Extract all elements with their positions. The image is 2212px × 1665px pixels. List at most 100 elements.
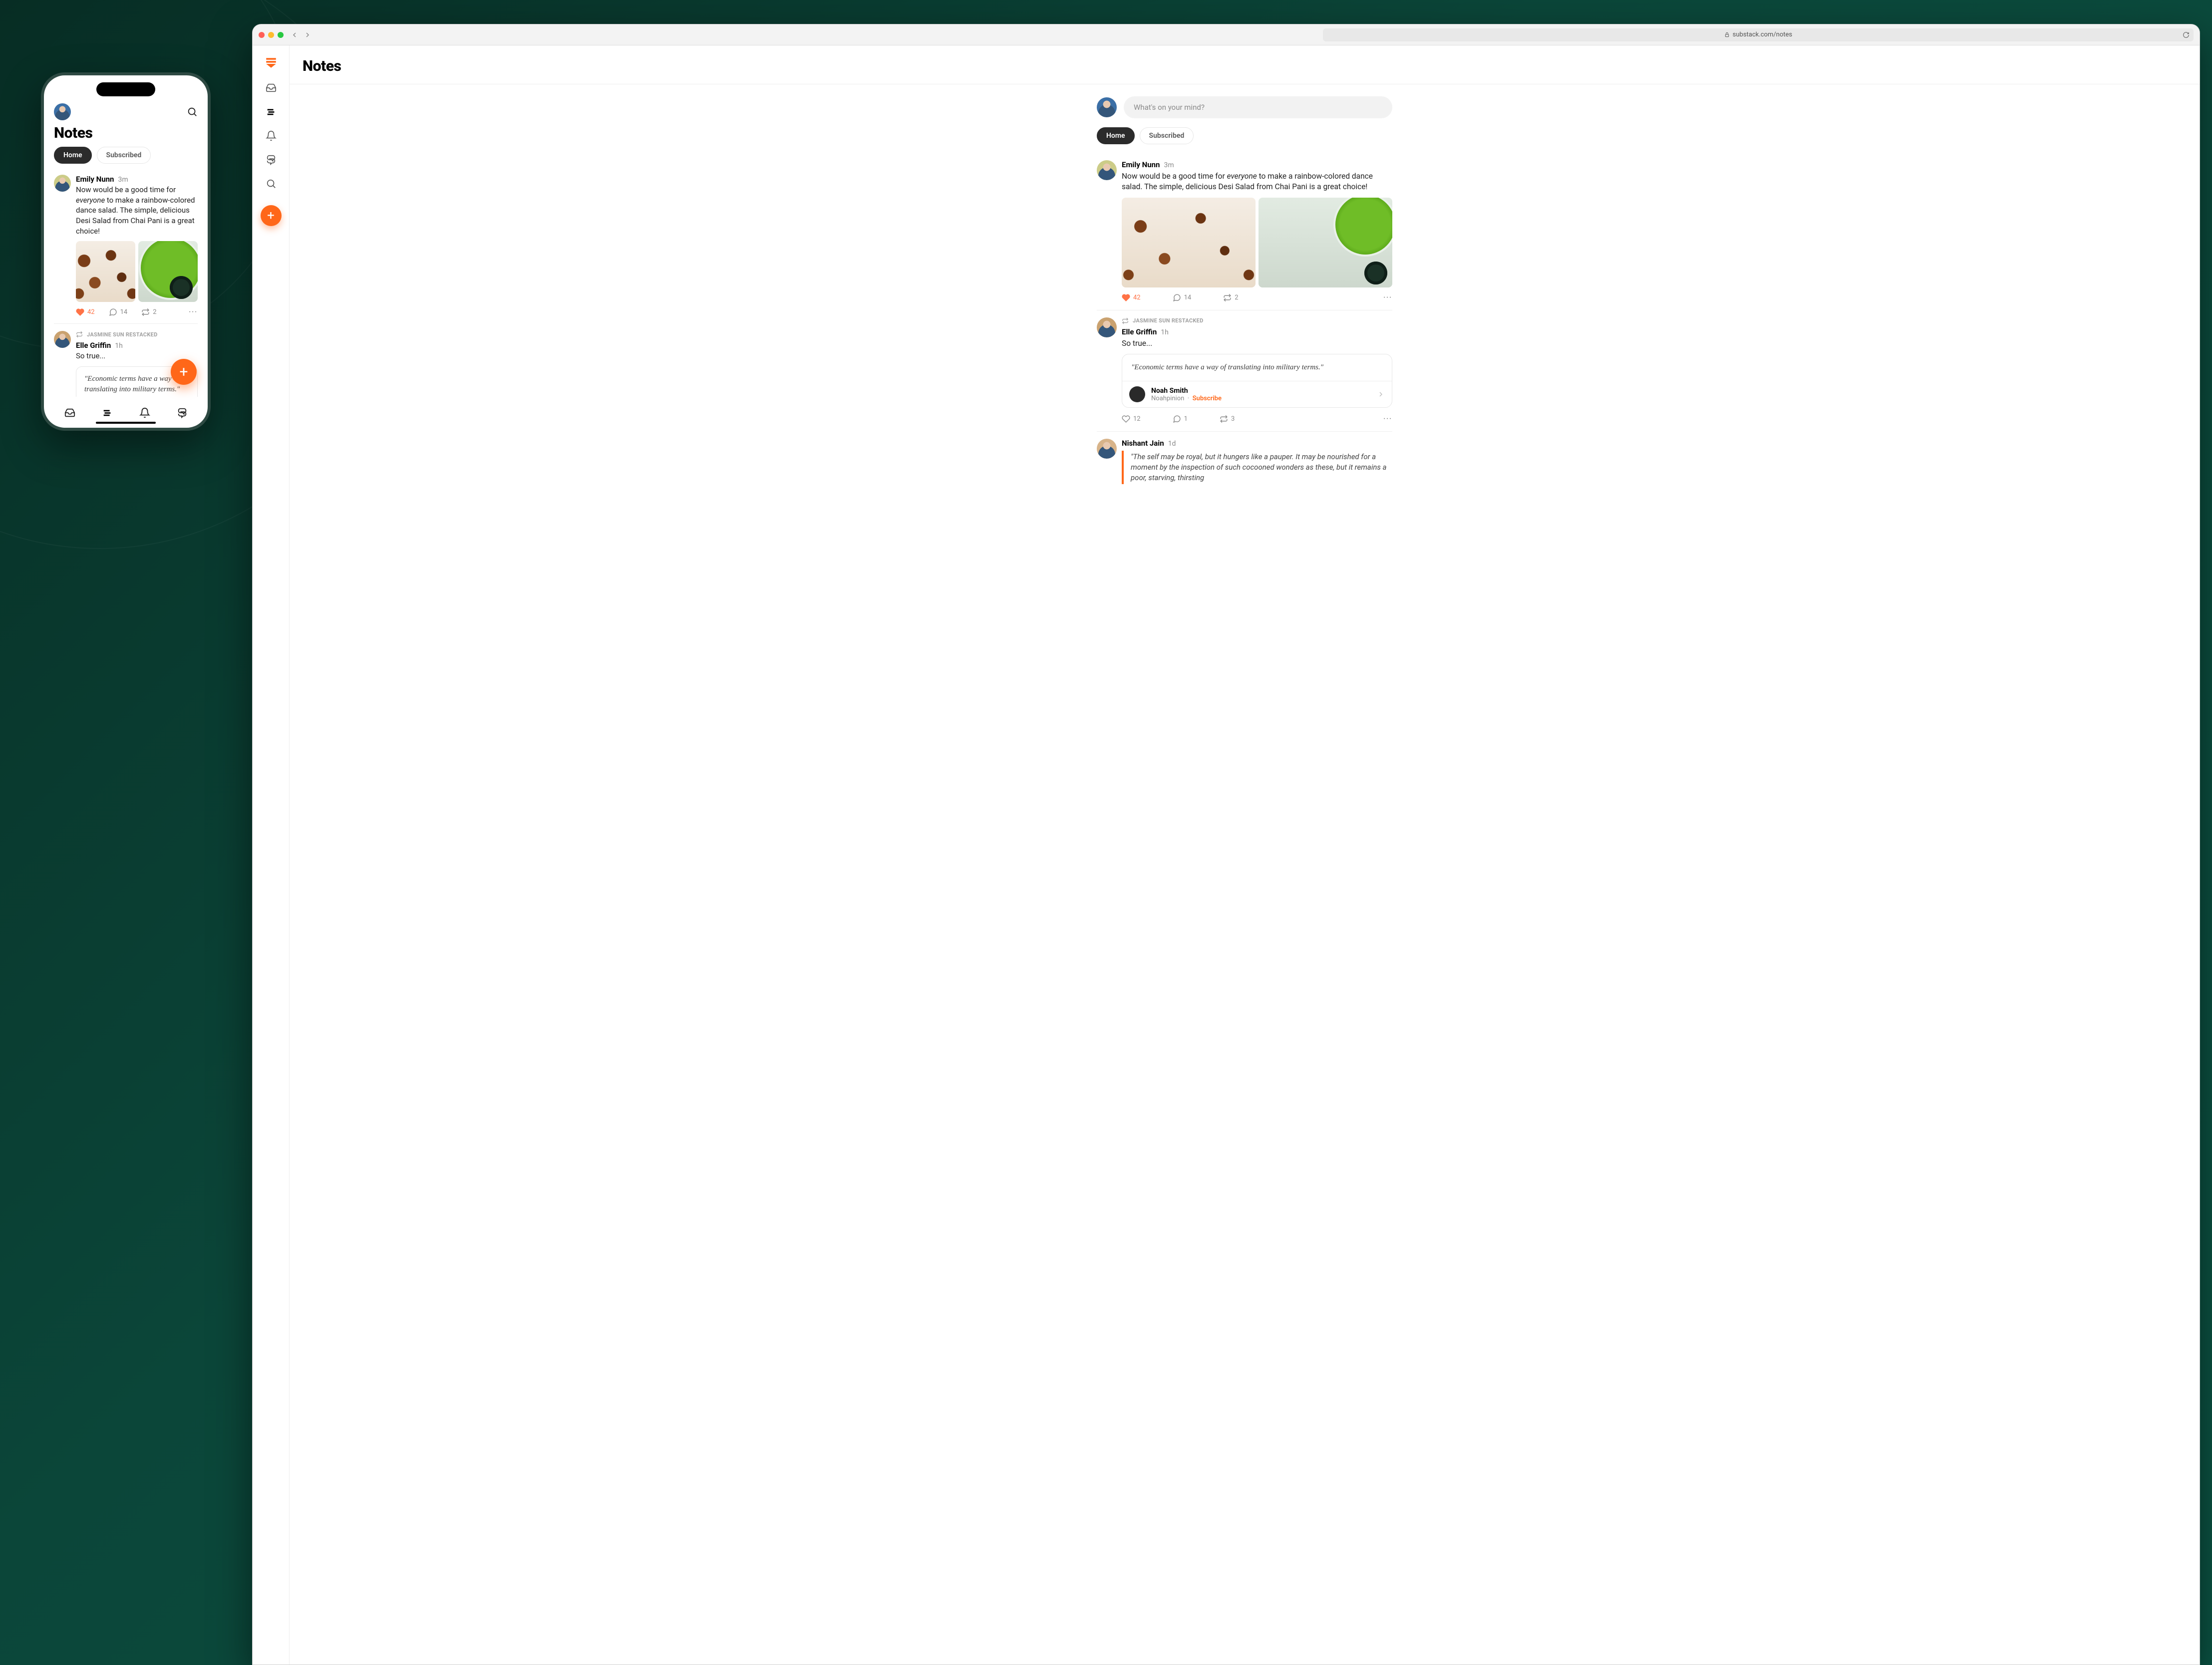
tab-home[interactable]: Home — [1097, 127, 1135, 144]
quote-publication-line: Noahpinion · Subscribe — [1151, 395, 1222, 402]
maximize-window-button[interactable] — [278, 32, 284, 38]
lock-icon — [1724, 32, 1730, 37]
browser-toolbar: substack.com/notes — [253, 24, 2200, 45]
author-name[interactable]: Elle Griffin — [1122, 327, 1157, 336]
post-image[interactable] — [76, 241, 135, 302]
restack-button[interactable]: 3 — [1220, 415, 1235, 423]
side-rail: + — [253, 45, 290, 1665]
restack-icon — [1220, 415, 1228, 423]
nav-activity[interactable] — [266, 130, 277, 141]
nav-reader[interactable] — [266, 106, 277, 117]
author-avatar[interactable] — [1097, 317, 1117, 337]
bell-icon — [139, 407, 150, 418]
user-avatar[interactable] — [1097, 97, 1117, 117]
author-name[interactable]: Nishant Jain — [1122, 439, 1164, 448]
substack-logo[interactable] — [265, 56, 278, 69]
restacked-label: JASMINE SUN RESTACKED — [76, 331, 198, 338]
note-post: Emily Nunn 3m Now would be a good time f… — [1097, 153, 1392, 310]
more-button[interactable]: ··· — [1383, 294, 1392, 301]
author-name[interactable]: Elle Griffin — [76, 341, 111, 350]
close-window-button[interactable] — [259, 32, 265, 38]
author-avatar[interactable] — [1097, 439, 1117, 459]
quote-text: "Economic terms have a way of translatin… — [1131, 362, 1383, 373]
tab-chat[interactable] — [177, 407, 188, 418]
author-avatar[interactable] — [54, 175, 71, 192]
main-column: Notes What's on your mind? Home Subscrib… — [290, 45, 2200, 1665]
block-quote: "The self may be royal, but it hungers l… — [1122, 451, 1392, 484]
tab-subscribed[interactable]: Subscribed — [97, 147, 151, 164]
restack-button[interactable]: 2 — [141, 308, 156, 316]
plus-icon: + — [179, 363, 188, 381]
composer-input[interactable]: What's on your mind? — [1124, 96, 1392, 118]
minimize-window-button[interactable] — [268, 32, 274, 38]
comment-count: 14 — [120, 308, 128, 316]
comment-button[interactable]: 14 — [109, 308, 128, 316]
chat-icon — [177, 407, 188, 418]
tab-inbox[interactable] — [64, 407, 75, 418]
compose-fab[interactable]: + — [171, 359, 197, 385]
author-avatar[interactable] — [54, 331, 71, 348]
tab-activity[interactable] — [139, 407, 150, 418]
user-avatar[interactable] — [54, 103, 71, 120]
tab-home[interactable]: Home — [54, 147, 92, 164]
author-avatar[interactable] — [1097, 160, 1117, 180]
author-name[interactable]: Emily Nunn — [76, 175, 114, 184]
search-button[interactable] — [187, 106, 198, 117]
comment-button[interactable]: 14 — [1173, 293, 1192, 302]
composer: What's on your mind? — [1097, 84, 1392, 127]
nav-search[interactable] — [266, 178, 277, 189]
quote-author-name: Noah Smith — [1151, 387, 1222, 395]
address-bar[interactable]: substack.com/notes — [1323, 28, 2194, 41]
post-text: Now would be a good time for everyone to… — [1122, 171, 1392, 193]
post-text: Now would be a good time for everyone to… — [76, 185, 198, 236]
like-button[interactable]: 42 — [1122, 293, 1141, 302]
quote-author-avatar — [1129, 386, 1145, 402]
quote-source-row[interactable]: Noah Smith Noahpinion · Subscribe — [1122, 381, 1392, 407]
like-button[interactable]: 12 — [1122, 415, 1141, 423]
author-name[interactable]: Emily Nunn — [1122, 160, 1160, 169]
post-images — [76, 241, 198, 302]
like-count: 12 — [1133, 415, 1141, 423]
like-count: 42 — [1133, 294, 1141, 301]
note-post: Nishant Jain 1d "The self may be royal, … — [1097, 431, 1392, 492]
restack-icon — [1223, 293, 1232, 302]
restack-icon — [1122, 317, 1129, 324]
tab-subscribed[interactable]: Subscribed — [1140, 127, 1194, 144]
reload-button[interactable] — [2183, 31, 2190, 38]
post-image[interactable] — [138, 241, 198, 302]
phone-notch — [96, 82, 155, 96]
more-button[interactable]: ··· — [189, 308, 198, 316]
post-time: 1h — [1161, 328, 1169, 336]
restack-count: 3 — [1231, 415, 1235, 423]
comment-button[interactable]: 1 — [1173, 415, 1188, 423]
post-time: 3m — [1164, 161, 1174, 169]
nav-inbox[interactable] — [266, 82, 277, 93]
post-image[interactable] — [1259, 198, 1392, 287]
more-button[interactable]: ··· — [1383, 415, 1392, 423]
heart-icon — [1122, 415, 1130, 423]
comment-icon — [1173, 415, 1181, 423]
compose-fab[interactable]: + — [261, 205, 282, 226]
tab-reader[interactable] — [102, 407, 113, 418]
subscribe-link[interactable]: Subscribe — [1193, 395, 1222, 402]
heart-icon — [1122, 293, 1130, 302]
post-image[interactable] — [1122, 198, 1256, 287]
heart-icon — [76, 308, 84, 316]
traffic-lights — [259, 32, 284, 38]
note-post: JASMINE SUN RESTACKED Elle Griffin 1h So… — [1097, 310, 1392, 431]
note-post: JASMINE SUN RESTACKED Elle Griffin 1h So… — [54, 323, 198, 397]
post-text: So true... — [1122, 338, 1392, 349]
home-indicator — [96, 422, 156, 424]
page-title: Notes — [303, 57, 2187, 75]
comment-count: 14 — [1184, 294, 1192, 301]
like-button[interactable]: 42 — [76, 308, 95, 316]
restack-count: 2 — [1235, 294, 1238, 301]
quote-card[interactable]: "Economic terms have a way of translatin… — [1122, 354, 1392, 408]
nav-chat[interactable] — [266, 154, 277, 165]
forward-button[interactable] — [304, 31, 312, 39]
restack-button[interactable]: 2 — [1223, 293, 1238, 302]
feed-tabs: Home Subscribed — [1097, 127, 1392, 153]
like-count: 42 — [87, 308, 95, 316]
plus-icon: + — [267, 208, 275, 223]
back-button[interactable] — [291, 31, 299, 39]
